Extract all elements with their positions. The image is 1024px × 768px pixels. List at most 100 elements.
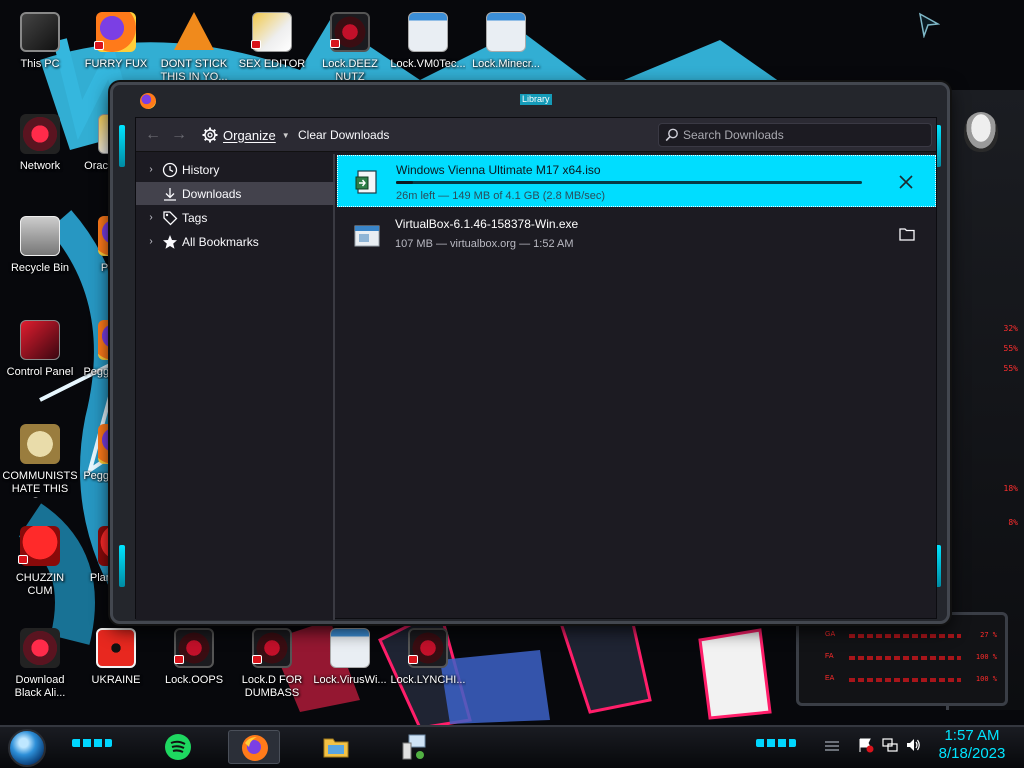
money-bag-icon [20,424,60,464]
usage-bar: GA 27 % [825,631,997,641]
taskbar-clock[interactable]: 1:57 AM 8/18/2023 [930,727,1014,763]
clear-downloads-button[interactable]: Clear Downloads [298,128,389,142]
taskbar-decoration [72,739,112,747]
desktop-icon-ukraine[interactable]: UKRAINE [78,628,154,687]
search-icon [665,128,678,142]
download-item[interactable]: VirtualBox-6.1.46-158378-Win.exe 107 MB … [337,210,936,262]
desktop-icon-lock-lynchi[interactable]: Lock.LYNCHI... [390,628,466,687]
desktop-icon-label: This PC [20,58,60,70]
download-status: 26m left — 149 MB of 4.1 GB (2.8 MB/sec) [396,190,606,202]
taskbar-decoration [756,739,796,747]
open-folder-button[interactable] [896,224,918,246]
alienware-logo-icon [964,112,998,152]
library-client-area: ← → Organize ▼ Clear Downloads Search Do… [135,117,937,620]
desktop-icon-network[interactable]: Network [2,114,78,173]
desktop-icon-label: Lock.OOPS [164,674,224,686]
search-downloads-input[interactable] [683,126,923,144]
search-box[interactable] [658,123,932,147]
desktop-icon-label: Download Black Ali... [14,674,66,699]
back-arrow-icon[interactable]: ← [144,127,162,143]
desktop-icon-label: Lock.VM0Tec... [390,58,466,70]
network-status-icon[interactable] [882,737,898,753]
star-cursor-icon [918,12,940,38]
usage-bar-value: 100 % [975,675,997,683]
organize-label: Organize [223,127,276,143]
desktop-icon-lock-oops[interactable]: Lock.OOPS [156,628,232,687]
desktop-icon-lock-deez[interactable]: Lock.DEEZ NUTZ [312,12,388,84]
network-icon [20,114,60,154]
lock-badge-icon [330,39,340,48]
desktop-icon-label: FURRY FUX [84,58,148,70]
gauge-value: 18% [1003,484,1018,493]
taskbar-file-explorer[interactable] [310,730,362,764]
downloads-list: Windows Vienna Ultimate M17 x64.iso 26m … [337,154,936,618]
desktop-icon-chuzzin[interactable]: CHUZZIN CUM [2,526,78,598]
organize-button[interactable]: Organize ▼ [202,125,290,145]
download-progress-bar [396,181,862,184]
desktop-icon-lock-viruswi[interactable]: Lock.VirusWi... [312,628,388,687]
library-sidebar: › History Downloads › Tags › All Bookmar… [136,154,335,620]
folder-icon [323,738,349,758]
desktop-icon-communists[interactable]: COMMUNISTS HATE THIS G... [2,424,78,498]
desktop-icon-label: UKRAINE [91,674,141,686]
sidebar-item-all-bookmarks[interactable]: › All Bookmarks [136,230,335,253]
gear-icon [202,127,218,143]
start-button[interactable] [8,729,46,767]
sidebar-item-label: All Bookmarks [182,234,259,249]
desktop-icon-furry-fux[interactable]: FURRY FUX [78,12,154,71]
download-item[interactable]: Windows Vienna Ultimate M17 x64.iso 26m … [337,155,936,207]
taskbar-spotify[interactable] [152,730,204,764]
expand-chevron-icon[interactable]: › [144,212,158,223]
desktop-icon-this-pc[interactable]: This PC [2,12,78,71]
usage-bars-widget: GA 27 % FA 100 % EA 100 % [796,612,1008,706]
desktop-icon-label: COMMUNISTS HATE THIS G... [2,470,78,498]
action-center-flag-icon[interactable] [858,737,874,753]
tray-bars-icon[interactable] [824,737,840,753]
taskbar-remote-program[interactable] [388,730,440,764]
usage-bar-label: FA [825,653,834,660]
expand-chevron-icon[interactable]: › [144,164,158,175]
usage-bar: EA 100 % [825,675,997,685]
window-titlebar[interactable]: Library [113,85,947,113]
window-title: Library [520,94,552,105]
download-icon [164,187,176,201]
sidebar-item-history[interactable]: › History [136,158,335,181]
desktop-icon-control-panel[interactable]: Control Panel [2,320,78,379]
alien-app-icon [252,628,292,668]
desktop-icon-lock-vm0tec[interactable]: Lock.VM0Tec... [390,12,466,71]
chevron-down-icon: ▼ [281,130,290,140]
frame-decoration [119,125,125,167]
desktop-icon-sex-editor[interactable]: SEX EDITOR [234,12,310,71]
sidebar-item-downloads[interactable]: Downloads [136,182,335,205]
vlc-cone-icon [174,12,214,52]
desktop-icon-lock-d-for-dumbass[interactable]: Lock.D FOR DUMBASS [234,628,310,700]
library-window: Library ← → Organize ▼ Clear Downloads S… [110,82,950,624]
desktop-icon-label: DONT STICK THIS IN YO... [160,58,228,83]
desktop-icon-download-black-alien[interactable]: Download Black Ali... [2,628,78,700]
sidebar-item-tags[interactable]: › Tags [136,206,335,229]
desktop-icon-label: SEX EDITOR [238,58,306,70]
sidebar-item-label: Tags [182,210,208,225]
network-computer-icon [402,734,426,760]
sidebar-item-label: History [182,162,220,177]
gauge-value: 32% [1003,324,1018,333]
forward-arrow-icon[interactable]: → [170,127,188,143]
program-window-icon [330,628,370,668]
iso-file-icon [355,170,377,194]
download-status: 107 MB — virtualbox.org — 1:52 AM [395,238,574,250]
volume-icon[interactable] [905,737,921,753]
desktop-icon-recycle-bin[interactable]: Recycle Bin [2,216,78,275]
cancel-download-button[interactable] [895,171,917,193]
desktop-icon-dont-stick[interactable]: DONT STICK THIS IN YO... [156,12,232,84]
taskbar-firefox[interactable] [228,730,280,764]
desktop-icon-label: Lock.Minecr... [472,58,540,70]
lock-badge-icon [408,655,418,664]
gauge-value: 8% [1008,518,1018,527]
lock-badge-icon [94,41,104,50]
desktop-icon-label: Recycle Bin [10,262,70,274]
desktop-icon-label: Lock.VirusWi... [313,674,387,686]
desktop-icon-lock-minecraft[interactable]: Lock.Minecr... [468,12,544,71]
folder-icon [899,228,915,241]
firefox-icon [94,12,136,52]
expand-chevron-icon[interactable]: › [144,236,158,247]
